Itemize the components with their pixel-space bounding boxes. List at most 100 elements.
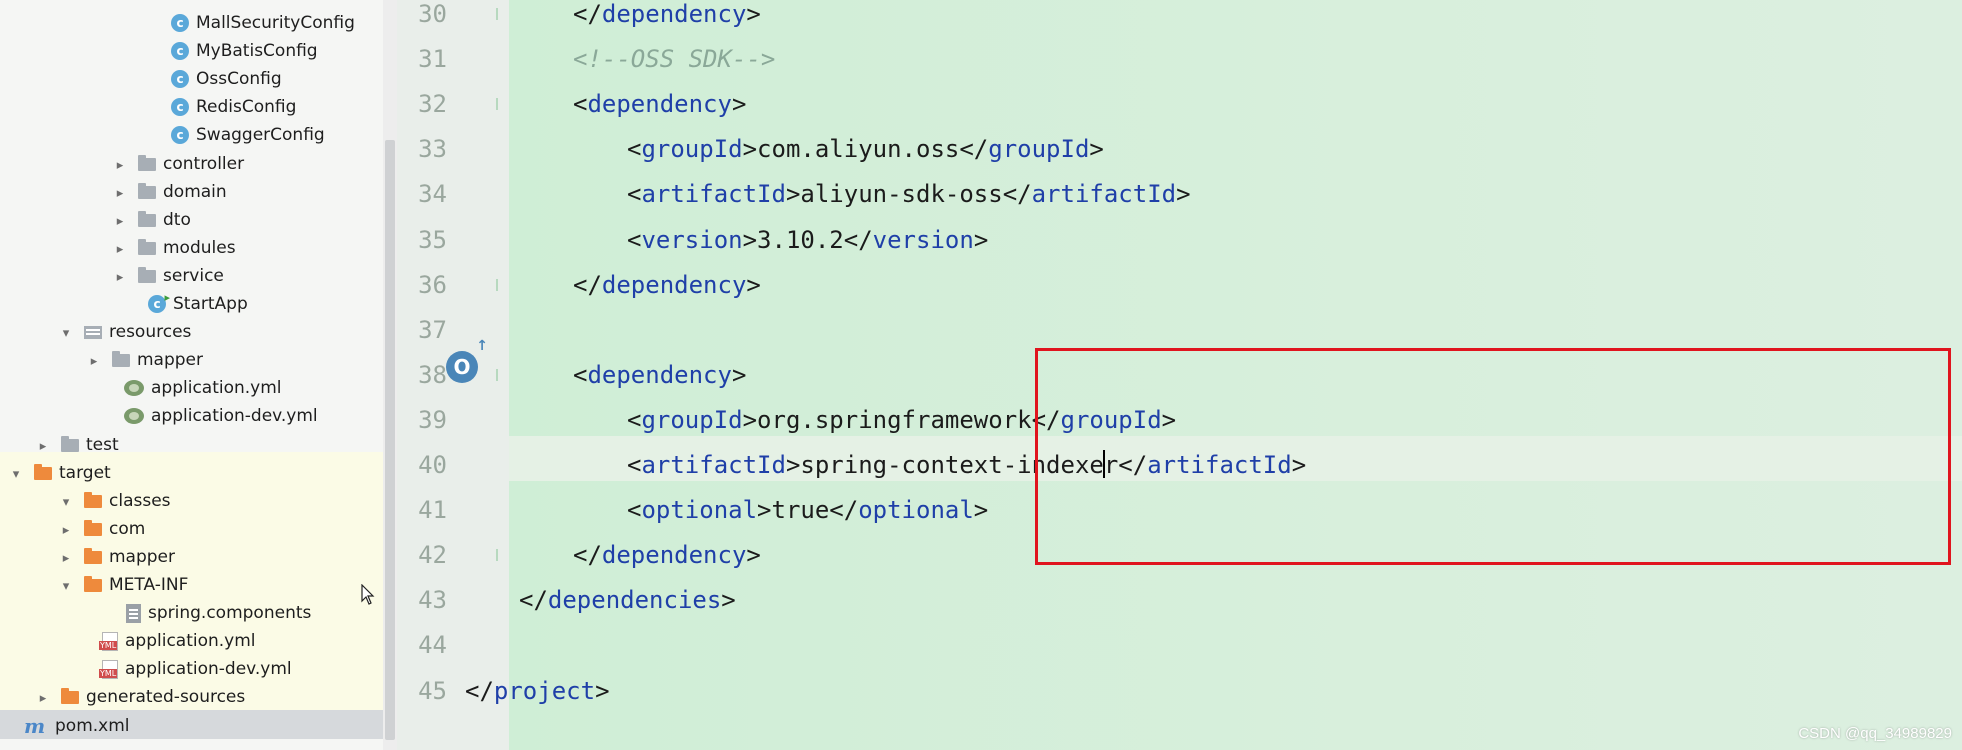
tree-item[interactable]: ▸ domain <box>112 178 227 206</box>
tree-item[interactable]: ▸ mapper <box>58 543 175 571</box>
xml-tag-name: groupId <box>988 135 1090 163</box>
class-icon: c <box>171 14 189 32</box>
tree-item[interactable]: c RedisConfig <box>171 93 296 121</box>
xml-tag-name: dependencies <box>547 586 722 614</box>
code-text[interactable]: <groupId>org.springframework</groupId> <box>627 398 1176 443</box>
fold-marker-icon[interactable] <box>496 98 510 110</box>
line-number: 39 <box>418 406 447 434</box>
chevron-down-icon[interactable]: ▾ <box>8 461 24 489</box>
code-text[interactable]: </dependency> <box>573 263 761 308</box>
chevron-right-icon[interactable]: ▸ <box>112 180 128 208</box>
tree-item[interactable]: application.yml <box>99 627 256 655</box>
tree-item[interactable]: cStartApp <box>148 289 248 318</box>
folder-icon <box>138 182 156 199</box>
tree-item[interactable]: ▾ META-INF <box>58 571 189 601</box>
xml-tag-name: artifactId <box>641 451 786 479</box>
code-line[interactable]: 36 </dependency> <box>397 263 1962 308</box>
class-icon: c <box>171 70 189 88</box>
chevron-down-icon[interactable]: ▾ <box>58 489 74 517</box>
code-line[interactable]: 45 </project> <box>397 669 1962 714</box>
tree-item[interactable]: c OssConfig <box>171 65 282 93</box>
code-line[interactable]: 38 <dependency> <box>397 353 1962 398</box>
chevron-right-icon[interactable]: ▸ <box>35 685 51 713</box>
code-text[interactable]: <artifactId>spring-context-indexer</arti… <box>627 443 1306 488</box>
tree-item[interactable]: c MallSecurityConfig <box>171 9 355 37</box>
tree-item-label: StartApp <box>173 294 248 314</box>
tree-item[interactable]: application-dev.yml <box>124 402 318 430</box>
code-line[interactable]: 37 <box>397 308 1962 353</box>
code-line[interactable]: 42 </dependency> <box>397 533 1962 578</box>
code-text[interactable]: <version>3.10.2</version> <box>627 218 988 263</box>
code-line[interactable]: 33 <groupId>com.aliyun.oss</groupId> <box>397 127 1962 172</box>
fold-marker-icon[interactable] <box>496 549 510 561</box>
code-text[interactable]: <dependency> <box>573 82 746 127</box>
tree-item[interactable]: ▸ service <box>112 262 224 290</box>
chevron-right-icon[interactable]: ▸ <box>112 264 128 292</box>
xml-tag-name: artifactId <box>1147 451 1292 479</box>
tree-item[interactable]: ▾ classes <box>58 487 171 515</box>
code-text[interactable]: </dependency> <box>573 533 761 578</box>
code-text[interactable]: <artifactId>aliyun-sdk-oss</artifactId> <box>627 172 1191 217</box>
tree-item[interactable]: ▸ modules <box>112 234 236 262</box>
code-line[interactable]: 41 <optional>true</optional> <box>397 488 1962 533</box>
chevron-right-icon[interactable]: ▸ <box>112 236 128 264</box>
code-line[interactable]: 39 <groupId>org.springframework</groupId> <box>397 398 1962 443</box>
chevron-right-icon[interactable]: ▸ <box>35 433 51 461</box>
fold-marker-icon[interactable] <box>496 279 510 291</box>
tree-scrollbar-thumb[interactable] <box>385 140 395 740</box>
tree-item[interactable]: ▸ generated-sources <box>35 683 246 713</box>
code-text[interactable]: </project> <box>465 669 610 714</box>
xml-tag-name: dependency <box>601 541 747 569</box>
tree-item-label: SwaggerConfig <box>196 125 325 145</box>
code-line[interactable]: 31 <!--OSS SDK--> <box>397 37 1962 82</box>
tree-item[interactable]: ▾ target <box>8 459 111 487</box>
xml-text: > <box>1089 135 1104 163</box>
code-text[interactable]: <!--OSS SDK--> <box>573 37 775 82</box>
xml-tag-name: groupId <box>641 406 743 434</box>
tree-item[interactable]: application.yml <box>124 374 282 402</box>
spring-yml-icon <box>124 380 144 396</box>
tree-item[interactable]: ▾ resources <box>58 318 192 348</box>
xml-text: >org.springframework</ <box>742 406 1061 434</box>
code-text[interactable]: </dependencies> <box>519 578 736 623</box>
code-text[interactable]: <dependency> <box>573 353 746 398</box>
code-line[interactable]: 35 <version>3.10.2</version> <box>397 218 1962 263</box>
code-line[interactable]: 40 <artifactId>spring-context-indexer</ar… <box>397 443 1962 488</box>
code-editor[interactable]: 30 </dependency> 31 <!--OSS SDK--> 32 <depend… <box>397 0 1962 750</box>
tree-item[interactable]: ▸ test <box>35 431 119 459</box>
code-text[interactable]: <groupId>com.aliyun.oss</groupId> <box>627 127 1104 172</box>
chevron-right-icon[interactable]: ▸ <box>112 208 128 236</box>
tree-item-label: pom.xml <box>55 716 130 736</box>
code-line[interactable]: 32 <dependency> <box>397 82 1962 127</box>
tree-item[interactable]: ▸ com <box>58 515 146 545</box>
tree-item[interactable]: c MyBatisConfig <box>171 37 318 65</box>
chevron-right-icon[interactable]: ▸ <box>112 152 128 180</box>
chevron-right-icon[interactable]: ▸ <box>58 545 74 573</box>
tree-item[interactable]: application-dev.yml <box>99 655 292 683</box>
folder-icon <box>112 350 130 367</box>
code-line[interactable]: 43 </dependencies> <box>397 578 1962 623</box>
xml-text: </ <box>573 541 602 569</box>
tree-item[interactable]: c SwaggerConfig <box>171 121 325 149</box>
tree-scrollbar[interactable] <box>383 0 397 750</box>
code-line[interactable]: 44 <box>397 623 1962 668</box>
folder-icon <box>138 266 156 283</box>
code-line[interactable]: 30 </dependency> <box>397 0 1962 37</box>
chevron-down-icon[interactable]: ▾ <box>58 573 74 601</box>
code-text[interactable]: </dependency> <box>573 0 761 37</box>
tree-item[interactable]: ▸ dto <box>112 206 191 234</box>
tree-item[interactable]: m pom.xml <box>24 712 130 740</box>
code-line[interactable]: 34 <artifactId>aliyun-sdk-oss</artifactId… <box>397 172 1962 217</box>
fold-marker-icon[interactable] <box>496 8 510 20</box>
tree-item[interactable]: ▸ controller <box>112 150 244 178</box>
chevron-right-icon[interactable]: ▸ <box>86 348 102 376</box>
tree-item[interactable]: ▸ mapper <box>86 346 203 374</box>
override-gutter-icon[interactable]: O <box>446 339 488 383</box>
chevron-right-icon[interactable]: ▸ <box>58 517 74 545</box>
fold-marker-icon[interactable] <box>496 369 510 381</box>
code-text[interactable]: <optional>true</optional> <box>627 488 988 533</box>
tree-item[interactable]: spring.components <box>126 599 311 627</box>
tree-item-label: resources <box>109 322 192 342</box>
xml-tag-name: dependency <box>601 271 747 299</box>
chevron-down-icon[interactable]: ▾ <box>58 320 74 348</box>
